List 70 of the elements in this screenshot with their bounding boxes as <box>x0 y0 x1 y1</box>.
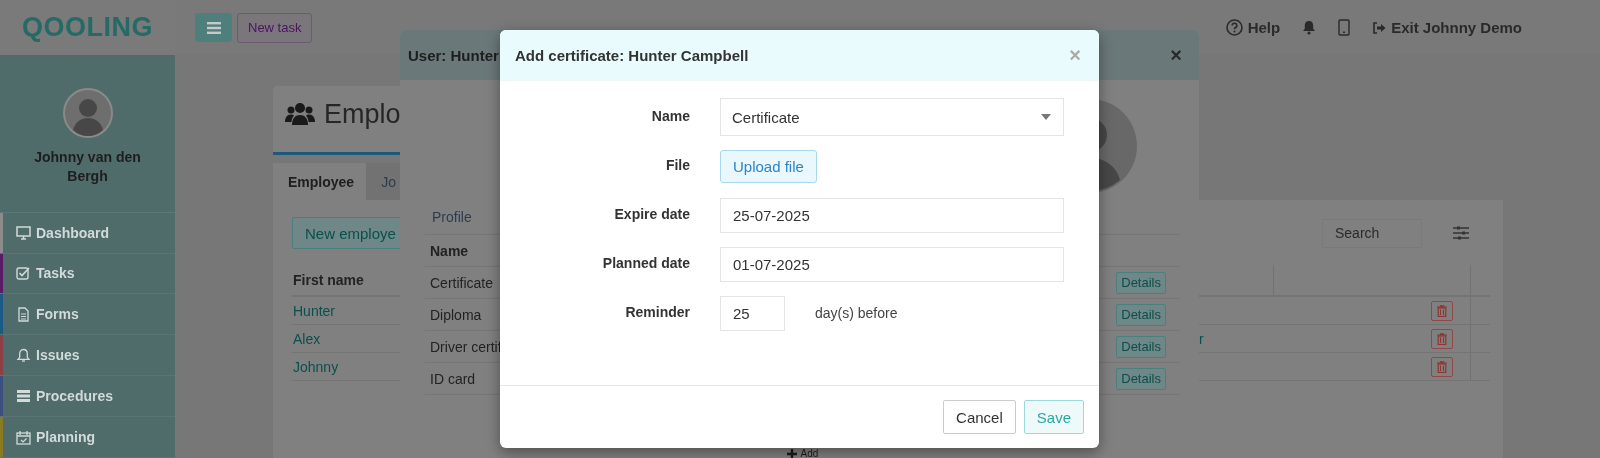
delete-button[interactable] <box>1431 356 1453 377</box>
table-cell: ID card <box>430 370 476 387</box>
help-link[interactable]: Help <box>1225 19 1281 36</box>
bell-icon[interactable] <box>1302 20 1317 35</box>
dialog-title: User: Hunter <box>408 46 499 64</box>
nav-item[interactable]: Issues <box>0 335 175 377</box>
delete-button[interactable] <box>1431 300 1453 321</box>
list-icon <box>16 389 31 404</box>
page-title: Emplo <box>324 98 401 130</box>
exit-link[interactable]: Exit Johnny Demo <box>1372 19 1522 36</box>
nav-item[interactable]: Planning <box>0 417 175 458</box>
employee-link[interactable]: Hunter <box>292 302 336 319</box>
employee-link[interactable]: Alex <box>292 330 321 347</box>
exit-icon <box>1372 21 1387 34</box>
cancel-button[interactable]: Cancel <box>943 400 1016 434</box>
sliders-icon[interactable] <box>1453 226 1469 240</box>
upload-button[interactable]: Upload file <box>720 149 817 183</box>
monitor-icon <box>16 225 31 240</box>
field-label: Expire date <box>613 205 690 224</box>
number-field[interactable]: 25 <box>720 295 785 331</box>
nav-item[interactable]: Dashboard <box>0 212 175 254</box>
field-label: File <box>664 156 690 175</box>
tablet-icon[interactable] <box>1338 19 1351 36</box>
table-cell: Diploma <box>430 306 482 323</box>
date-field[interactable]: 01-07-2025 <box>720 246 1064 282</box>
close-button[interactable]: × <box>1067 45 1083 65</box>
close-button[interactable]: × <box>1168 45 1184 65</box>
plus-icon <box>786 448 797 458</box>
nav-item[interactable]: Tasks <box>0 253 175 295</box>
new-task-button[interactable]: New task <box>237 12 313 43</box>
logo: QOOLING <box>22 12 153 43</box>
profile-tab[interactable]: Profile <box>425 209 479 225</box>
field-label: Name <box>650 107 690 126</box>
column-header: Name <box>430 242 469 259</box>
save-button[interactable]: Save <box>1023 400 1084 434</box>
calendar-icon <box>16 429 31 445</box>
employee-link[interactable]: Johnny <box>292 358 339 375</box>
field-label: Reminder <box>624 303 690 322</box>
date-field[interactable]: 25-07-2025 <box>720 197 1064 233</box>
nav-item[interactable]: Procedures <box>0 376 175 418</box>
trash-icon <box>1437 332 1447 345</box>
bell-icon <box>16 347 31 363</box>
trash-icon <box>1437 360 1447 373</box>
field-label: Planned date <box>601 254 690 273</box>
details-button[interactable]: Details <box>1116 335 1166 358</box>
trash-icon <box>1437 304 1447 317</box>
nav-item[interactable]: Forms <box>0 294 175 336</box>
dialog-title: Add certificate: Hunter Campbell <box>515 46 749 64</box>
document-icon <box>16 306 31 322</box>
table-cell: Driver certif <box>430 338 502 355</box>
field-suffix: day(s) before <box>815 305 898 321</box>
delete-button[interactable] <box>1431 328 1453 349</box>
details-button[interactable]: Details <box>1116 303 1166 326</box>
menu-icon <box>206 21 221 34</box>
table-cell: Certificate <box>430 274 494 291</box>
menu-button[interactable] <box>195 13 232 42</box>
checkbox-icon <box>16 266 31 281</box>
details-button[interactable]: Details <box>1116 367 1166 390</box>
help-icon <box>1225 19 1243 36</box>
table-link[interactable]: r <box>1198 330 1204 347</box>
avatar-icon <box>62 88 113 138</box>
caret-icon <box>1041 114 1051 120</box>
tab[interactable]: Employee <box>273 163 367 200</box>
select-field[interactable]: Certificate <box>720 98 1064 136</box>
add-link[interactable]: Add <box>786 449 819 458</box>
user-name: Johnny van den Bergh <box>33 148 142 186</box>
search-field[interactable]: Search <box>1322 218 1422 248</box>
details-button[interactable]: Details <box>1116 271 1166 294</box>
users-icon <box>285 102 315 126</box>
column-header: First name <box>292 272 364 288</box>
